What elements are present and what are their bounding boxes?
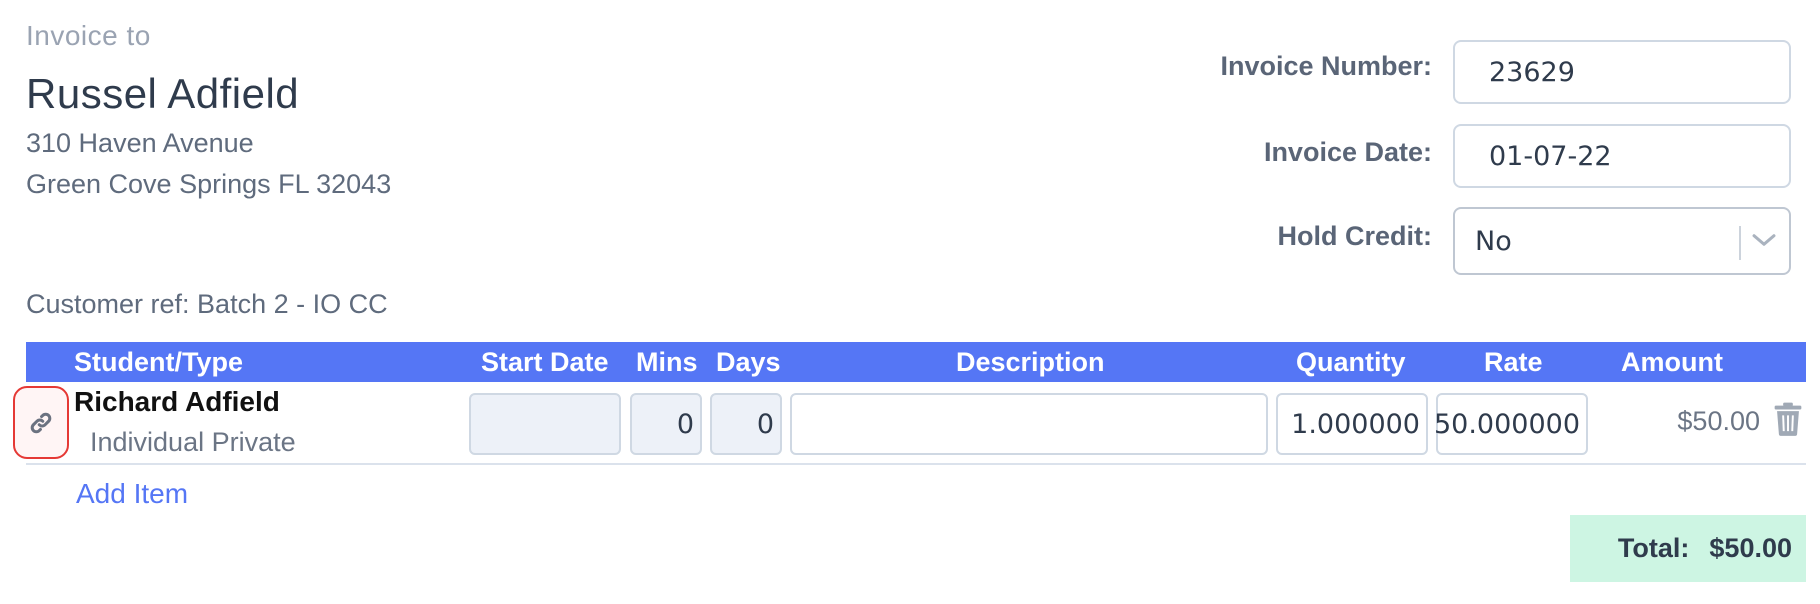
chevron-down-icon[interactable] xyxy=(1747,223,1781,257)
days-field[interactable]: 0 xyxy=(710,393,782,455)
header-start-date: Start Date xyxy=(481,347,609,377)
invoice-date-label: Invoice Date: xyxy=(1263,137,1432,167)
rate-value: 50.000000 xyxy=(1433,408,1580,440)
invoice-number-label: Invoice Number: xyxy=(1220,51,1432,81)
student-name: Richard Adfield xyxy=(74,386,280,417)
rate-field[interactable]: 50.000000 xyxy=(1433,393,1588,455)
mins-value: 0 xyxy=(676,408,694,440)
start-date-field[interactable] xyxy=(469,393,621,455)
select-separator xyxy=(1739,226,1741,260)
quantity-value: 1.000000 xyxy=(1291,408,1420,440)
row-divider xyxy=(26,463,1806,465)
header-amount: Amount xyxy=(1621,347,1723,377)
address-line-2: Green Cove Springs FL 32043 xyxy=(26,169,392,199)
days-value: 0 xyxy=(756,408,774,440)
hold-credit-value: No xyxy=(1475,225,1512,257)
invoice-number-value: 23629 xyxy=(1489,56,1575,88)
header-mins: Mins xyxy=(636,347,698,377)
hold-credit-label: Hold Credit: xyxy=(1277,221,1433,251)
total-box: Total: $50.00 xyxy=(1570,515,1806,582)
header-description: Description xyxy=(956,347,1105,377)
mins-field[interactable]: 0 xyxy=(630,393,702,455)
invoice-date-input[interactable]: 01-07-22 xyxy=(1453,124,1791,188)
description-field[interactable] xyxy=(790,393,1268,455)
hold-credit-select[interactable]: No xyxy=(1453,207,1791,275)
link-icon xyxy=(30,412,52,433)
address-line-1: 310 Haven Avenue xyxy=(26,128,254,158)
customer-ref: Customer ref: Batch 2 - IO CC xyxy=(26,289,388,319)
header-student-type: Student/Type xyxy=(74,347,244,377)
link-student-button[interactable] xyxy=(13,386,69,459)
add-item-link[interactable]: Add Item xyxy=(76,478,188,510)
invoice-date-value: 01-07-22 xyxy=(1489,140,1612,172)
invoice-number-input[interactable]: 23629 xyxy=(1453,40,1791,104)
total-value: $50.00 xyxy=(1709,533,1792,563)
amount-value: $50.00 xyxy=(1677,406,1760,436)
header-rate: Rate xyxy=(1484,347,1543,377)
customer-name: Russel Adfield xyxy=(26,70,300,117)
header-quantity: Quantity xyxy=(1296,347,1406,377)
total-label: Total: xyxy=(1617,533,1690,563)
trash-icon[interactable] xyxy=(1773,402,1803,436)
quantity-field[interactable]: 1.000000 xyxy=(1276,393,1428,455)
header-days: Days xyxy=(716,347,781,377)
student-type: Individual Private xyxy=(90,427,296,457)
invoice-to-label: Invoice to xyxy=(26,20,151,51)
